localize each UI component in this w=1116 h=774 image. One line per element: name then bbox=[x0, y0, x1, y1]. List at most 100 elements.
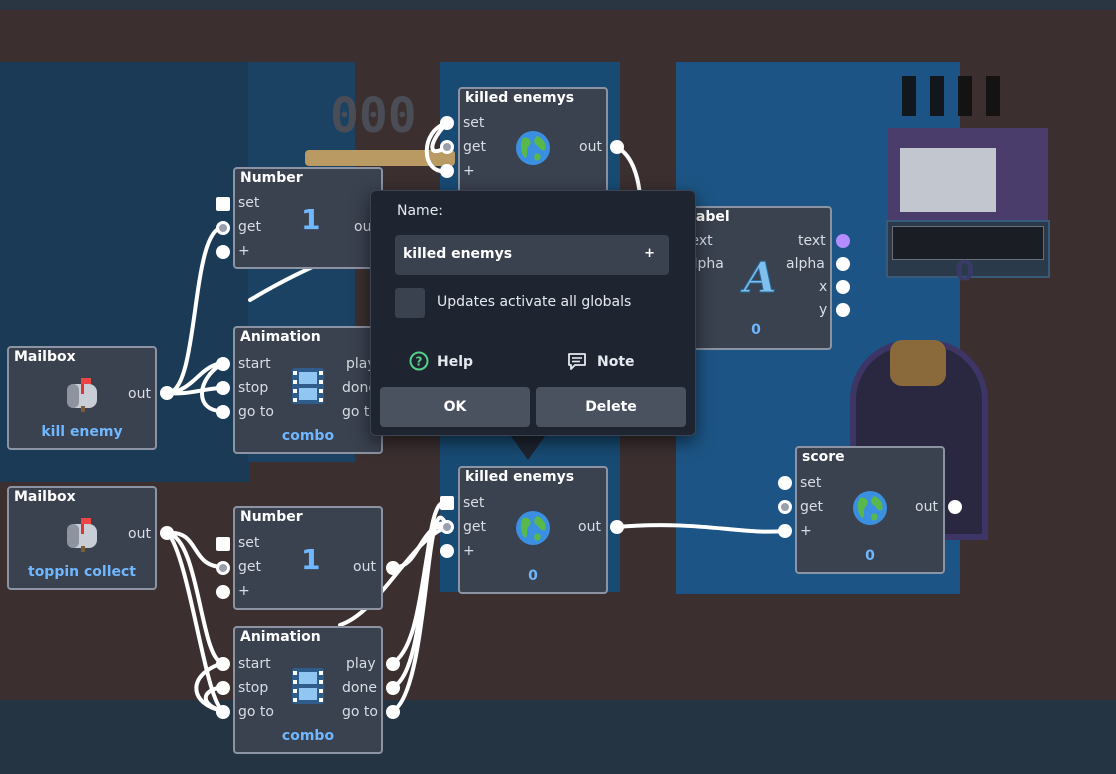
rename-popup: Name: killed enemys + Updates activate a… bbox=[370, 190, 696, 436]
mailbox-icon bbox=[67, 518, 97, 552]
global-variable-node[interactable]: killed enemys set get + out 0 bbox=[458, 466, 608, 594]
animation-name: combo bbox=[281, 728, 335, 744]
node-title: Mailbox bbox=[14, 349, 76, 365]
animation-node[interactable]: Animation start stop go to play done go … bbox=[233, 326, 383, 454]
port-get[interactable] bbox=[216, 221, 230, 235]
node-title: Mailbox bbox=[14, 489, 76, 505]
port-set[interactable] bbox=[216, 537, 230, 551]
port-label-stop: stop bbox=[238, 680, 269, 696]
port-out[interactable] bbox=[948, 500, 962, 514]
globe-icon bbox=[853, 491, 887, 525]
help-button[interactable]: ? Help bbox=[409, 351, 473, 371]
port-label-get: get bbox=[238, 219, 261, 235]
name-input[interactable]: killed enemys + bbox=[395, 235, 669, 275]
port-out[interactable] bbox=[610, 140, 624, 154]
port-go-to[interactable] bbox=[216, 405, 230, 419]
label-value: 0 bbox=[751, 322, 761, 338]
port-get[interactable] bbox=[216, 561, 230, 575]
add-icon[interactable]: + bbox=[644, 246, 655, 261]
number-node[interactable]: Number set get + 1 out bbox=[233, 506, 383, 610]
number-value: 1 bbox=[301, 543, 321, 576]
port-go-to[interactable] bbox=[216, 705, 230, 719]
port-label-plus: + bbox=[238, 583, 250, 599]
port-go-to-out[interactable] bbox=[386, 705, 400, 719]
port-play[interactable] bbox=[386, 657, 400, 671]
svg-text:A: A bbox=[740, 254, 776, 298]
port-label-get: get bbox=[238, 559, 261, 575]
port-get[interactable] bbox=[440, 520, 454, 534]
node-title: killed enemys bbox=[465, 469, 575, 485]
port-set[interactable] bbox=[440, 496, 454, 510]
svg-text:?: ? bbox=[416, 355, 423, 369]
port-label-go-to-out: go to bbox=[342, 704, 378, 720]
port-label-set: set bbox=[238, 195, 260, 211]
node-title: Animation bbox=[240, 629, 321, 645]
variable-value: 0 bbox=[528, 568, 538, 584]
global-variable-node[interactable]: killed enemys set get + out bbox=[458, 87, 608, 195]
port-plus[interactable] bbox=[778, 524, 792, 538]
port-set[interactable] bbox=[216, 197, 230, 211]
number-node[interactable]: Number set get + 1 out bbox=[233, 167, 383, 269]
port-plus[interactable] bbox=[440, 544, 454, 558]
port-label-out: out bbox=[578, 519, 601, 535]
text-letter-icon: A bbox=[740, 254, 777, 298]
mailbox-message: kill enemy bbox=[41, 424, 123, 440]
note-icon bbox=[568, 353, 586, 370]
port-set[interactable] bbox=[440, 116, 454, 130]
port-plus[interactable] bbox=[440, 164, 454, 178]
port-stop[interactable] bbox=[216, 681, 230, 695]
port-x[interactable] bbox=[836, 280, 850, 294]
port-plus[interactable] bbox=[216, 245, 230, 259]
port-set[interactable] bbox=[778, 476, 792, 490]
note-button[interactable]: Note bbox=[567, 351, 635, 371]
global-variable-node[interactable]: score set get + out 0 bbox=[795, 446, 945, 574]
globe-icon bbox=[516, 131, 550, 165]
node-title: killed enemys bbox=[465, 90, 575, 106]
updates-checkbox-label: Updates activate all globals bbox=[437, 294, 632, 310]
hud-small-counter: 0 bbox=[955, 254, 975, 287]
port-start[interactable] bbox=[216, 657, 230, 671]
port-label-get: get bbox=[463, 139, 486, 155]
label-node[interactable]: Label text alpha A text alpha x y 0 bbox=[680, 206, 832, 350]
top-bar bbox=[0, 0, 1116, 10]
delete-button[interactable]: Delete bbox=[536, 387, 686, 427]
port-label-start: start bbox=[238, 356, 271, 372]
variable-value: 0 bbox=[865, 548, 875, 564]
port-text[interactable] bbox=[836, 234, 850, 248]
game-counter-text: 000 bbox=[330, 88, 417, 144]
updates-checkbox[interactable] bbox=[395, 288, 425, 318]
floor-dirt bbox=[0, 595, 1116, 705]
port-out[interactable] bbox=[160, 386, 174, 400]
port-out[interactable] bbox=[160, 526, 174, 540]
port-label-out: out bbox=[128, 386, 151, 402]
mailbox-node[interactable]: Mailbox out kill enemy bbox=[7, 346, 157, 450]
port-start[interactable] bbox=[216, 357, 230, 371]
port-alpha[interactable] bbox=[836, 257, 850, 271]
port-label-out: out bbox=[915, 499, 938, 515]
mailbox-node[interactable]: Mailbox out toppin collect bbox=[7, 486, 157, 590]
port-label-start: start bbox=[238, 656, 271, 672]
port-done[interactable] bbox=[386, 681, 400, 695]
port-label-x: x bbox=[819, 279, 828, 295]
help-circle-icon: ? bbox=[409, 351, 429, 371]
port-get[interactable] bbox=[778, 500, 792, 514]
port-label-set: set bbox=[238, 535, 260, 551]
popup-pointer bbox=[508, 432, 548, 460]
doorway-ornament bbox=[890, 340, 946, 386]
ok-button[interactable]: OK bbox=[380, 387, 530, 427]
port-label-plus: + bbox=[463, 163, 475, 179]
port-y[interactable] bbox=[836, 303, 850, 317]
port-label-plus: + bbox=[800, 523, 812, 539]
port-plus[interactable] bbox=[216, 585, 230, 599]
animation-node[interactable]: Animation start stop go to play done go … bbox=[233, 626, 383, 754]
character-antenna bbox=[902, 76, 1008, 116]
port-label-get: get bbox=[463, 519, 486, 535]
node-title: Animation bbox=[240, 329, 321, 345]
floor-bottom bbox=[0, 700, 1116, 774]
port-out[interactable] bbox=[386, 561, 400, 575]
mailbox-message: toppin collect bbox=[28, 564, 136, 580]
port-stop[interactable] bbox=[216, 381, 230, 395]
game-scene-canvas[interactable]: 000 0 Number set get + 1 out Animation s… bbox=[0, 0, 1116, 774]
port-get[interactable] bbox=[440, 140, 454, 154]
port-out[interactable] bbox=[610, 520, 624, 534]
